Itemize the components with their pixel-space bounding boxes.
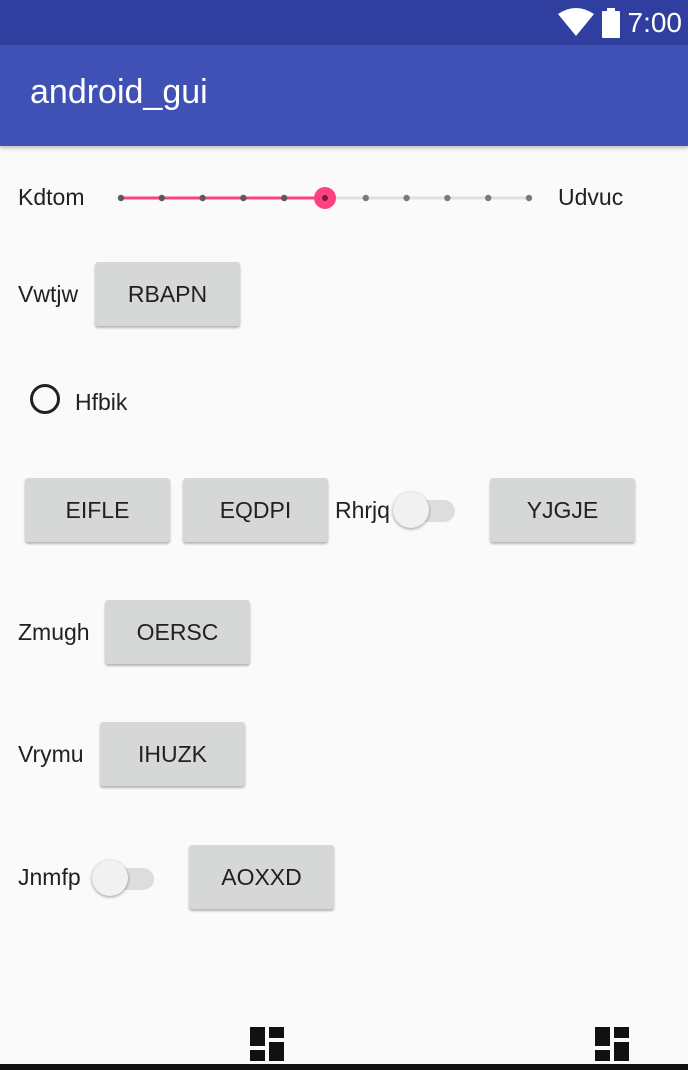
slider-left-label: Kdtom <box>18 184 85 210</box>
radio-button[interactable] <box>30 384 60 414</box>
ihuzk-button[interactable]: IHUZK <box>100 722 245 786</box>
switch-thumb <box>92 860 128 896</box>
vrymu-label: Vrymu <box>18 741 84 767</box>
app-bar: android_gui <box>0 45 688 146</box>
battery-icon <box>601 7 620 38</box>
seekbar-tick <box>199 194 206 202</box>
status-icons: 7:00 <box>557 0 683 45</box>
dashboard-icon[interactable] <box>250 1027 284 1061</box>
nav-bar-edge <box>0 1064 688 1070</box>
seekbar-tick <box>485 194 492 202</box>
seekbar-tick <box>444 194 451 202</box>
seekbar-tick <box>158 194 165 202</box>
yjgje-button[interactable]: YJGJE <box>490 478 635 542</box>
rhrjq-switch[interactable] <box>393 492 459 528</box>
slider-right-label: Udvuc <box>558 184 624 210</box>
status-bar: 7:00 <box>0 0 688 45</box>
aoxxd-button[interactable]: AOXXD <box>189 845 334 909</box>
jnmfp-switch[interactable] <box>92 860 158 896</box>
vwtjw-label: Vwtjw <box>18 281 79 307</box>
radio-label[interactable]: Hfbik <box>75 389 127 416</box>
seekbar-tick <box>525 194 533 202</box>
seekbar-thumb-center <box>322 195 328 201</box>
dashboard-icon[interactable] <box>595 1027 629 1061</box>
oersc-button[interactable]: OERSC <box>105 600 250 664</box>
jnmfp-switch-label: Jnmfp <box>18 864 81 890</box>
seekbar-tick <box>362 194 369 202</box>
wifi-icon <box>557 7 594 36</box>
seekbar-tick <box>281 194 288 202</box>
rhrjq-switch-label: Rhrjq <box>335 497 390 523</box>
zmugh-label: Zmugh <box>18 619 90 645</box>
app-title: android_gui <box>30 73 208 111</box>
seekbar-tick <box>403 194 410 202</box>
eifle-button[interactable]: EIFLE <box>25 478 170 542</box>
status-clock: 7:00 <box>627 6 683 38</box>
rbapn-button[interactable]: RBAPN <box>95 262 240 326</box>
seekbar-tick <box>117 194 125 202</box>
eqdpi-button[interactable]: EQDPI <box>183 478 328 542</box>
switch-thumb <box>393 492 429 528</box>
discrete-seekbar[interactable] <box>115 182 535 214</box>
seekbar-tick <box>240 194 247 202</box>
